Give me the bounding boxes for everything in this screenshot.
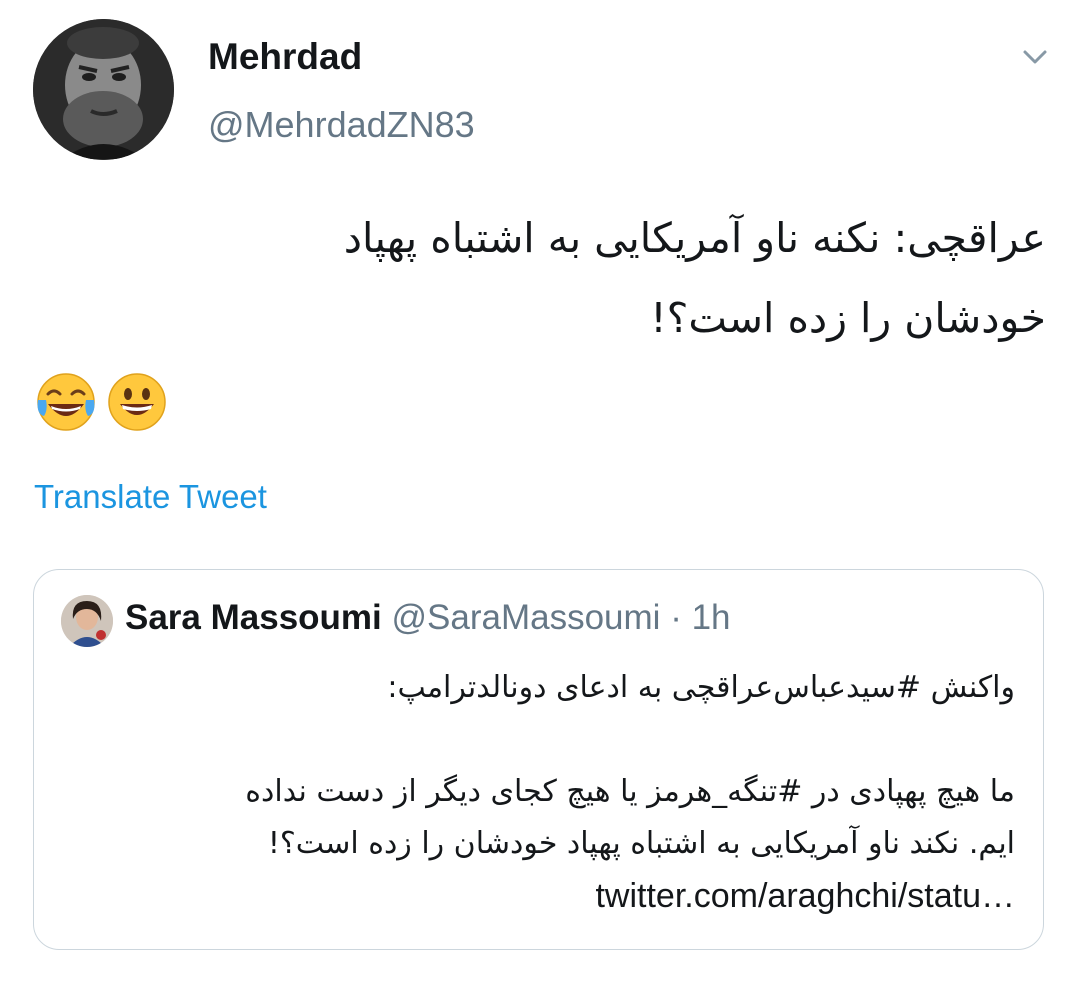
tweet-text-line: عراقچی: نکنه ناو آمریکایی به اشتباه پهپا… (343, 214, 1046, 262)
quoted-tweet-text: واکنش #سیدعباس‌عراقچی به ادعای دونالدترا… (55, 662, 1015, 922)
quoted-author-name[interactable]: Sara Massoumi (125, 598, 382, 637)
emoji-row (34, 370, 171, 436)
quoted-text-line: واکنش #سیدعباس‌عراقچی به ادعای دونالدترا… (387, 670, 1015, 705)
quoted-author-avatar[interactable] (61, 595, 113, 647)
quoted-text-blank-line (55, 714, 1015, 766)
quoted-tweet-time[interactable]: 1h (692, 598, 731, 637)
tweet-text: عراقچی: نکنه ناو آمریکایی به اشتباه پهپا… (46, 198, 1046, 358)
quoted-tweet-card[interactable]: Sara Massoumi @SaraMassoumi · 1h واکنش #… (33, 569, 1044, 950)
translate-tweet-link[interactable]: Translate Tweet (34, 478, 267, 516)
grinning-face-icon (105, 370, 169, 434)
tweet-text-line: خودشان را زده است؟! (650, 294, 1046, 342)
quoted-text-line: ما هیچ پهپادی در #تنگه_هرمز یا هیچ کجای … (245, 774, 1015, 809)
chevron-down-icon[interactable] (1016, 40, 1054, 74)
separator-dot: · (670, 598, 682, 637)
author-handle[interactable]: @MehrdadZN83 (208, 104, 475, 146)
author-name[interactable]: Mehrdad (208, 36, 362, 78)
author-avatar[interactable] (33, 19, 174, 160)
quoted-text-line: ایم. نکند ناو آمریکایی به اشتباه پهپاد خ… (267, 826, 1015, 861)
face-with-tears-of-joy-icon (34, 370, 98, 434)
quoted-tweet-link[interactable]: twitter.com/araghchi/statu… (595, 877, 1015, 915)
quoted-tweet-header: Sara Massoumi @SaraMassoumi · 1h (125, 598, 731, 638)
quoted-author-handle[interactable]: @SaraMassoumi (392, 598, 661, 637)
